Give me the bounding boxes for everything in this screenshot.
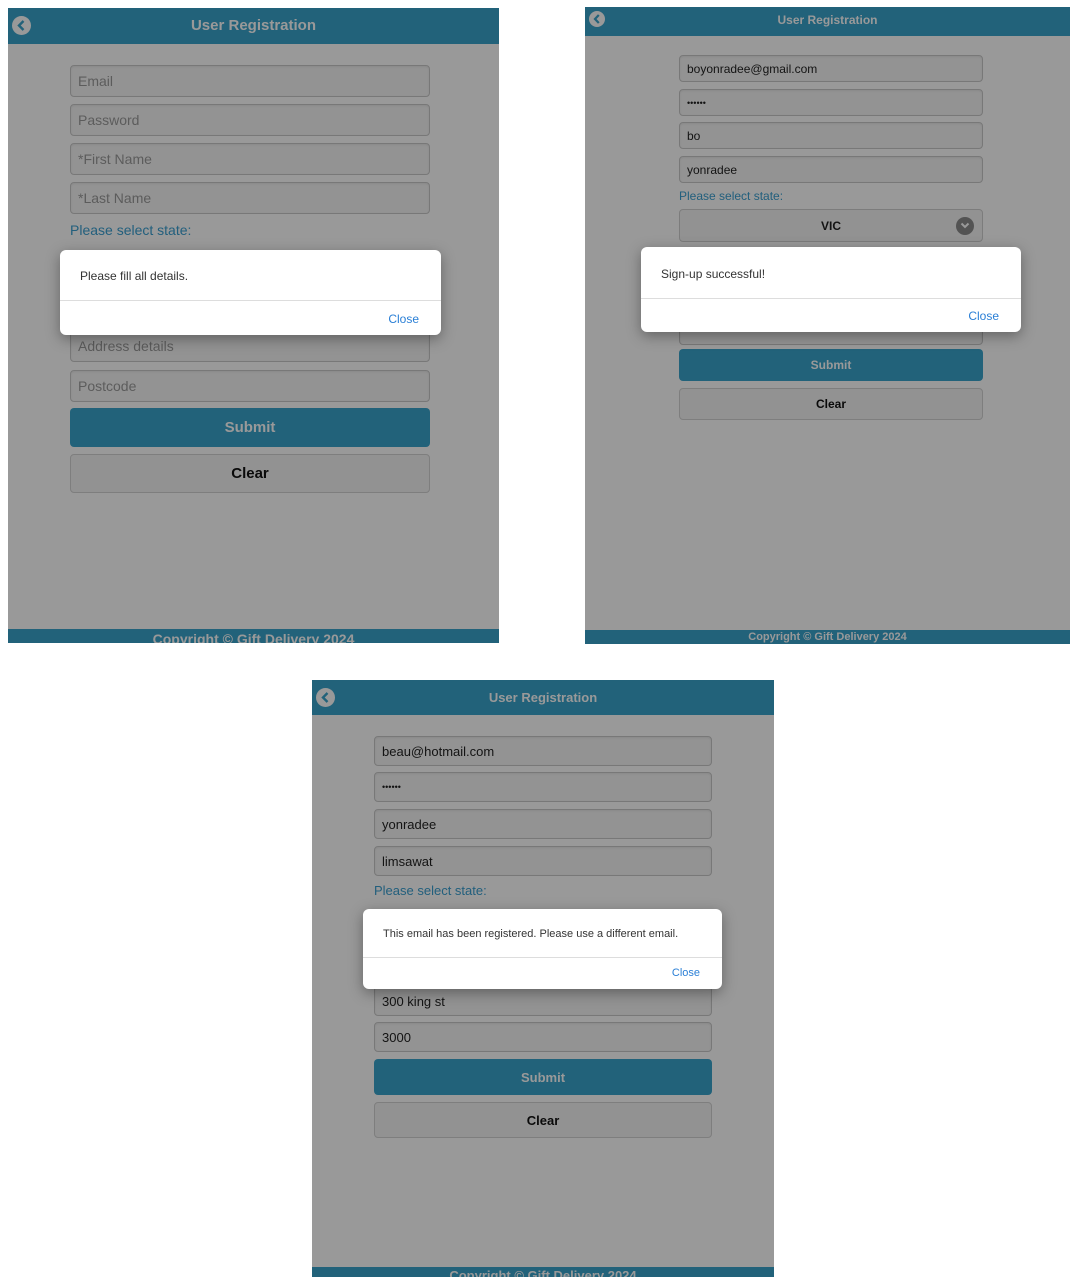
dialog-divider xyxy=(60,300,441,301)
alert-dialog: This email has been registered. Please u… xyxy=(363,909,722,989)
alert-dialog: Please fill all details. Close xyxy=(60,250,441,335)
dialog-close-button[interactable]: Close xyxy=(968,309,999,323)
screen-signup-success: User Registration boyonradee@gmail.com •… xyxy=(585,7,1070,644)
screen-fill-details: User Registration Email Password *First … xyxy=(8,8,499,643)
dialog-message: Sign-up successful! xyxy=(661,267,766,281)
dialog-message: Please fill all details. xyxy=(80,269,189,283)
dialog-close-button[interactable]: Close xyxy=(672,967,700,979)
dialog-divider xyxy=(363,957,722,958)
screen-email-registered: User Registration beau@hotmail.com •••••… xyxy=(312,680,774,1277)
dialog-close-button[interactable]: Close xyxy=(388,312,419,326)
dialog-message: This email has been registered. Please u… xyxy=(383,928,679,940)
dialog-divider xyxy=(641,298,1021,299)
alert-dialog: Sign-up successful! Close xyxy=(641,247,1021,332)
